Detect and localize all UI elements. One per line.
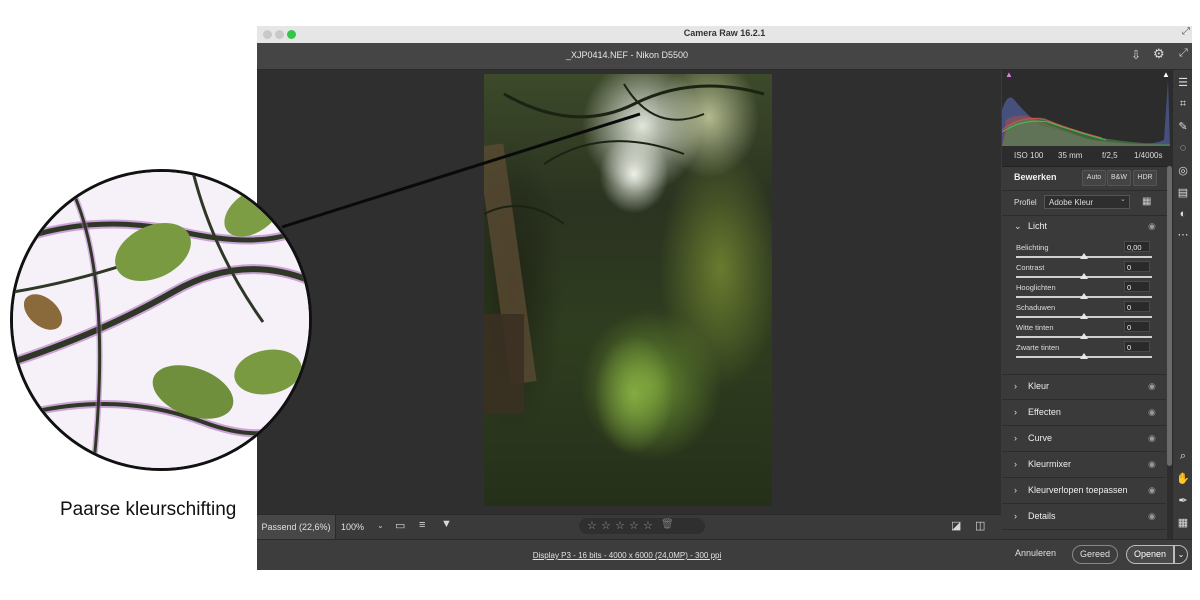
magnified-branches [13, 172, 309, 468]
magnified-detail [10, 169, 312, 471]
caption: Paarse kleurschifting [60, 499, 237, 520]
